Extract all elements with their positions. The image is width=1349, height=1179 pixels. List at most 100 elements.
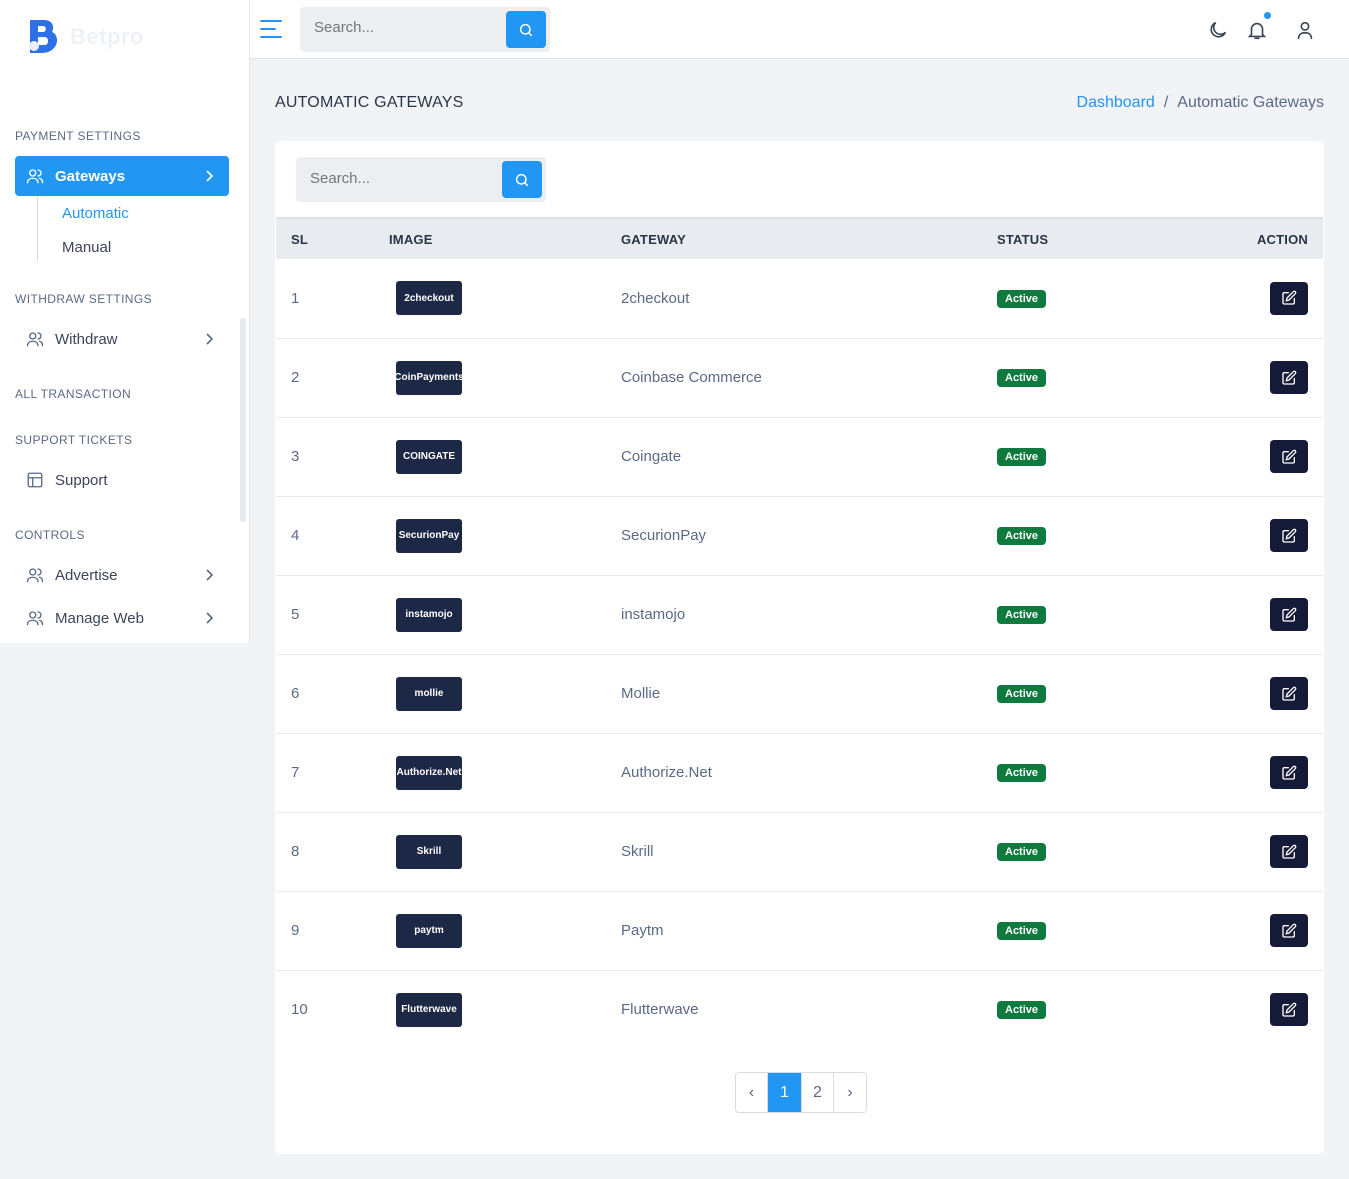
- users-icon: [25, 608, 45, 628]
- sidebar-scrollbar[interactable]: [240, 318, 246, 522]
- section-title-transaction[interactable]: ALL TRANSACTION: [15, 387, 131, 401]
- table-row: 2 CoinPayments Coinbase Commerce Active: [276, 338, 1323, 417]
- cell-image: Skrill: [389, 812, 621, 891]
- top-search-button[interactable]: [506, 11, 546, 48]
- cell-image: COINGATE: [389, 417, 621, 496]
- sidebar-item-advertise[interactable]: Advertise: [15, 555, 229, 595]
- cell-sl: 2: [291, 369, 300, 386]
- edit-button[interactable]: [1270, 281, 1308, 315]
- sidebar-item-gateways[interactable]: Gateways: [15, 156, 229, 196]
- edit-button[interactable]: [1270, 598, 1308, 631]
- gateway-logo-text: 2checkout: [404, 292, 454, 304]
- sidebar-subitem-manual[interactable]: Manual: [62, 239, 111, 256]
- sidebar-item-label: Support: [55, 471, 108, 489]
- section-title-withdraw: WITHDRAW SETTINGS: [15, 292, 153, 306]
- edit-icon: [1282, 370, 1297, 385]
- gateway-logo: COINGATE: [396, 439, 462, 474]
- table-search: [296, 157, 546, 202]
- header-sl: SL: [291, 231, 309, 247]
- top-search-input[interactable]: [314, 19, 494, 36]
- status-badge: Active: [997, 764, 1047, 782]
- gateways-table: SL IMAGE GATEWAY STATUS ACTION 1 2checkou…: [276, 217, 1323, 1049]
- cell-status: Active: [997, 496, 1187, 575]
- page-title: AUTOMATIC GATEWAYS: [275, 94, 464, 111]
- edit-icon: [1282, 765, 1297, 780]
- edit-button[interactable]: [1270, 914, 1308, 947]
- pagination: ‹ 1 2 ›: [735, 1072, 867, 1113]
- submenu-line: [37, 196, 38, 262]
- cell-sl: 3: [291, 448, 300, 465]
- edit-icon: [1282, 844, 1297, 859]
- pagination-page-2[interactable]: 2: [802, 1073, 834, 1112]
- edit-button[interactable]: [1270, 756, 1308, 789]
- cell-image: Flutterwave: [389, 970, 621, 1049]
- bell-icon[interactable]: [1246, 19, 1268, 41]
- breadcrumb-current: Automatic Gateways: [1177, 94, 1324, 111]
- cell-image: instamojo: [389, 575, 621, 654]
- gateway-logo-text: paytm: [414, 925, 444, 936]
- edit-button[interactable]: [1270, 519, 1308, 552]
- breadcrumb: Dashboard / Automatic Gateways: [1077, 94, 1324, 112]
- chevron-right-icon: [206, 333, 214, 345]
- table-row: 8 Skrill Skrill Active: [276, 812, 1323, 891]
- header-action: ACTION: [1256, 231, 1308, 247]
- table-row: 1 2checkout 2checkout Active: [276, 259, 1323, 338]
- users-icon: [25, 565, 45, 585]
- cell-status: Active: [997, 970, 1187, 1049]
- gateway-logo: SecurionPay: [396, 518, 462, 553]
- gateway-logo-text: SecurionPay: [398, 530, 460, 541]
- pagination-prev[interactable]: ‹: [736, 1073, 768, 1112]
- logo-icon: [29, 20, 58, 53]
- sidebar-item-label: Manage Web: [55, 609, 144, 627]
- cell-gateway: SecurionPay: [621, 527, 707, 544]
- table-body: 1 2checkout 2checkout Active 2 CoinPayments Co…: [276, 259, 1323, 1049]
- edit-button[interactable]: [1270, 440, 1308, 473]
- cell-status: Active: [997, 733, 1187, 812]
- cell-image: 2checkout: [389, 259, 621, 338]
- edit-icon: [1282, 449, 1297, 464]
- cell-action: [1187, 654, 1323, 733]
- users-icon: [25, 166, 45, 186]
- pagination-page-1[interactable]: 1: [768, 1073, 802, 1112]
- menu-icon[interactable]: [259, 18, 283, 40]
- topbar: [250, 0, 1349, 59]
- table-row: 10 Flutterwave Flutterwave Active: [276, 970, 1323, 1049]
- sidebar-item-label: Withdraw: [55, 330, 118, 348]
- cell-sl: 10: [291, 1001, 308, 1019]
- table-search-button[interactable]: [502, 161, 542, 198]
- gateway-logo: Authorize.Net: [396, 755, 462, 790]
- sidebar-subitem-automatic[interactable]: Automatic: [62, 205, 129, 222]
- table-header-row: SL IMAGE GATEWAY STATUS ACTION: [276, 218, 1323, 259]
- cell-status: Active: [997, 891, 1187, 970]
- brand-logo[interactable]: Betpro: [24, 18, 144, 56]
- cell-action: [1187, 891, 1323, 970]
- moon-icon[interactable]: [1207, 19, 1229, 41]
- sidebar-item-support[interactable]: Support: [15, 460, 229, 500]
- edit-button[interactable]: [1270, 677, 1308, 710]
- gateways-card: SL IMAGE GATEWAY STATUS ACTION 1 2checkou…: [275, 141, 1324, 1154]
- edit-button[interactable]: [1270, 835, 1308, 868]
- breadcrumb-dashboard-link[interactable]: Dashboard: [1077, 94, 1155, 111]
- table-row: 4 SecurionPay SecurionPay Active: [276, 496, 1323, 575]
- status-badge: Active: [997, 685, 1047, 703]
- brand-name: Betpro: [70, 24, 144, 49]
- user-icon[interactable]: [1294, 19, 1316, 41]
- gateway-logo-text: instamojo: [405, 609, 453, 620]
- cell-gateway: instamojo: [621, 606, 686, 623]
- table-search-input[interactable]: [310, 170, 490, 187]
- table-row: 3 COINGATE Coingate Active: [276, 417, 1323, 496]
- cell-gateway: Paytm: [621, 922, 664, 939]
- edit-button[interactable]: [1270, 361, 1308, 394]
- cell-action: [1187, 496, 1323, 575]
- cell-action: [1187, 417, 1323, 496]
- cell-sl: 4: [291, 527, 300, 544]
- cell-sl: 7: [291, 764, 300, 781]
- edit-button[interactable]: [1270, 993, 1308, 1027]
- cell-gateway: Coinbase Commerce: [621, 369, 762, 386]
- sidebar-item-manage-web[interactable]: Manage Web: [15, 598, 229, 638]
- cell-gateway: Skrill: [621, 843, 654, 860]
- cell-sl: 1: [291, 289, 300, 307]
- sidebar-item-withdraw[interactable]: Withdraw: [15, 319, 229, 359]
- pagination-next[interactable]: ›: [834, 1073, 866, 1112]
- cell-action: [1187, 970, 1323, 1049]
